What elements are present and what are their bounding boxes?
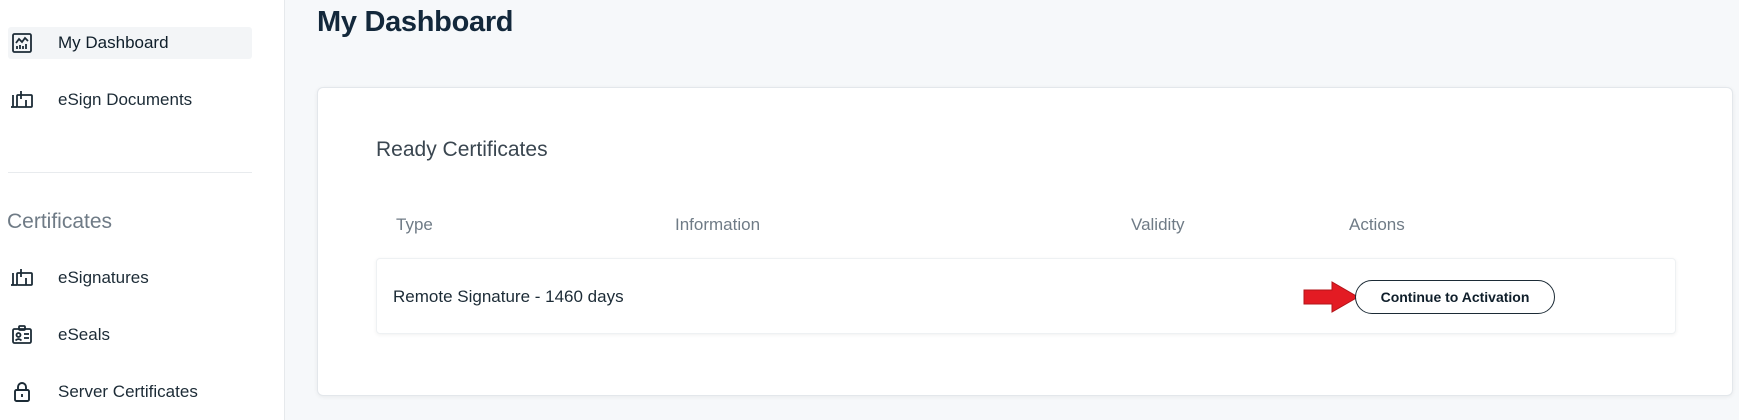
sidebar-item-label: eSign Documents: [58, 90, 193, 109]
card-title: Ready Certificates: [376, 138, 548, 161]
dashboard-chart-icon: [10, 31, 34, 55]
sidebar-item-server-certificates[interactable]: Server Certificates: [8, 376, 252, 408]
sidebar-item-label: Server Certificates: [58, 382, 198, 401]
sidebar-divider: [8, 172, 252, 173]
table-row: Remote Signature - 1460 days Continue to…: [376, 258, 1676, 334]
sidebar-item-esignatures[interactable]: eSignatures: [8, 262, 252, 294]
app: My Dashboard eSign Documents Certificate…: [0, 0, 1739, 420]
lock-icon: [10, 380, 34, 404]
document-sign-icon: [10, 88, 34, 112]
column-header-validity: Validity: [1131, 215, 1185, 234]
arrow-pointer-icon: [1302, 280, 1362, 314]
certificate-type: Remote Signature - 1460 days: [393, 287, 624, 306]
seal-badge-icon: [10, 323, 34, 347]
column-header-type: Type: [396, 215, 433, 234]
sidebar-item-label: eSeals: [58, 325, 110, 344]
column-header-actions: Actions: [1349, 215, 1405, 234]
page-title: My Dashboard: [317, 6, 514, 38]
sidebar: My Dashboard eSign Documents Certificate…: [0, 0, 285, 420]
section-heading-certificates: Certificates: [7, 210, 113, 233]
continue-to-activation-button[interactable]: Continue to Activation: [1355, 280, 1555, 314]
main-content: My Dashboard Ready Certificates Type Inf…: [285, 0, 1739, 420]
sidebar-item-esign-documents[interactable]: eSign Documents: [8, 84, 252, 116]
sidebar-item-eseals[interactable]: eSeals: [8, 319, 252, 351]
sidebar-item-label: eSignatures: [58, 268, 149, 287]
sidebar-item-label: My Dashboard: [58, 33, 169, 52]
signature-icon: [10, 266, 34, 290]
sidebar-item-my-dashboard[interactable]: My Dashboard: [8, 27, 252, 59]
ready-certificates-card: Ready Certificates Type Information Vali…: [317, 87, 1733, 396]
column-header-information: Information: [675, 215, 761, 234]
